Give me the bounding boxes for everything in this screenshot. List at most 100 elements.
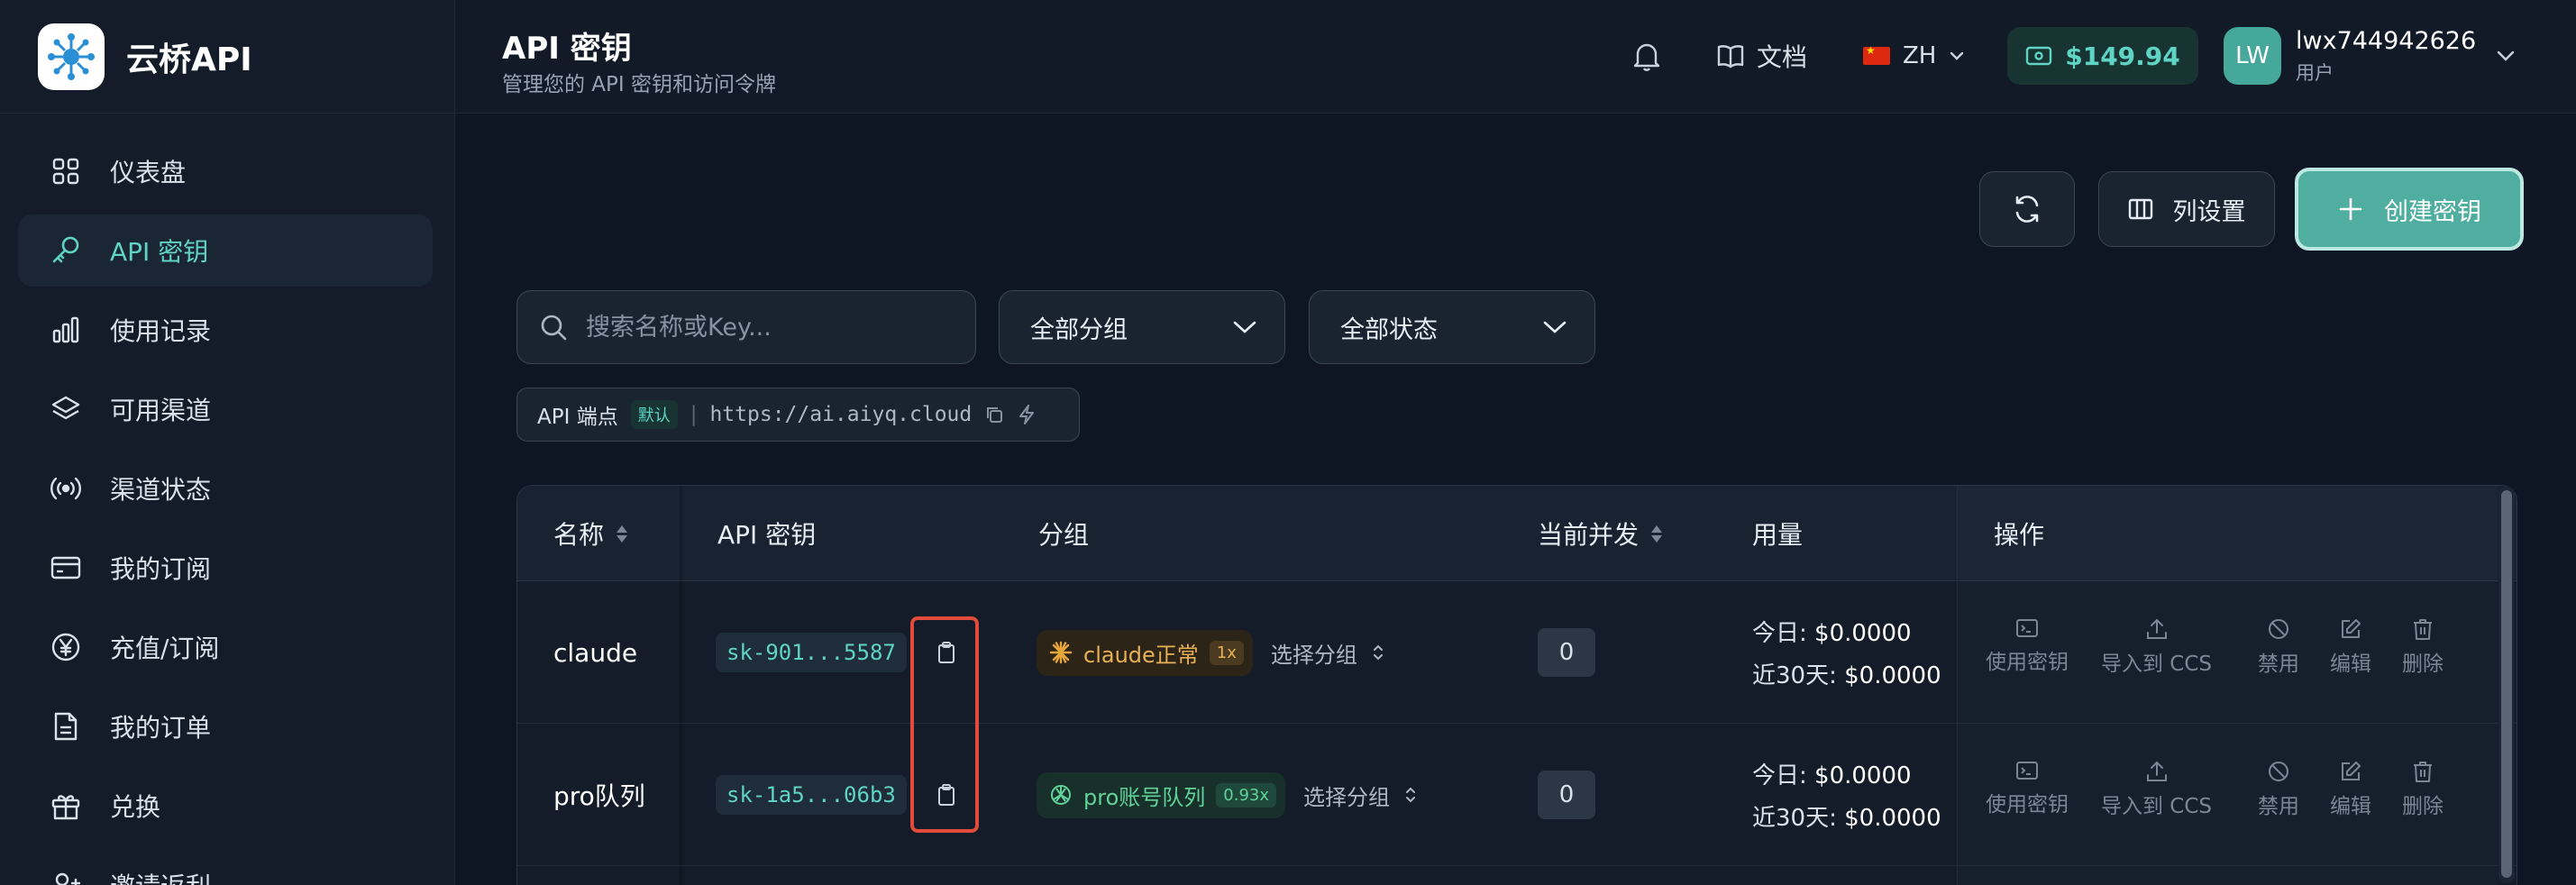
- column-header-name[interactable]: 名称: [553, 486, 628, 581]
- columns-icon: [2128, 198, 2152, 220]
- sidebar-item-dashboard[interactable]: 仪表盘: [18, 135, 433, 207]
- usage-today-value: $0.0000: [1814, 620, 1912, 647]
- bell-icon: [1633, 43, 1660, 71]
- refresh-button[interactable]: [1979, 171, 2075, 247]
- trash-icon: [2414, 762, 2432, 782]
- search-box[interactable]: [516, 290, 976, 364]
- sidebar-item-label: 兑换: [110, 792, 161, 822]
- openai-icon: [1051, 785, 1071, 805]
- status-filter-value: 全部状态: [1340, 315, 1438, 344]
- user-menu[interactable]: LW lwx744942626 用户: [2224, 23, 2516, 88]
- wallet-icon: [2026, 46, 2052, 66]
- column-header-actions: 操作: [1994, 486, 2044, 581]
- sidebar-item-orders[interactable]: 我的订单: [18, 690, 433, 762]
- column-settings-button[interactable]: 列设置: [2098, 171, 2275, 247]
- group-select-dropdown[interactable]: 选择分组: [1271, 637, 1384, 669]
- scrollbar-thumb[interactable]: [2501, 490, 2512, 878]
- api-key-value: sk-901...5587: [716, 633, 907, 672]
- group-badge: claude正常 1x: [1037, 629, 1253, 676]
- key-icon: [49, 233, 83, 268]
- balance-badge[interactable]: $149.94: [2007, 27, 2198, 85]
- group-select-dropdown[interactable]: 选择分组: [1303, 780, 1417, 811]
- create-key-button[interactable]: 创建密钥: [2295, 168, 2524, 251]
- search-input[interactable]: [586, 313, 946, 342]
- sidebar-nav: 仪表盘 API 密钥 使用记录 可用渠道 渠道状态 我的订阅 充值/订阅 我的订…: [0, 114, 454, 885]
- column-header-key: API 密钥: [717, 486, 816, 581]
- usage-cell: 今日: $0.0000 近30天: $0.0000: [1752, 724, 1941, 866]
- docs-link[interactable]: 文档: [1717, 32, 1807, 79]
- upload-icon: [2146, 618, 2167, 639]
- edit-button[interactable]: 编辑: [2330, 617, 2371, 677]
- column-header-label: 当前并发: [1538, 520, 1640, 550]
- lightning-icon[interactable]: [1017, 404, 1037, 425]
- sidebar: 云桥API 仪表盘 API 密钥 使用记录 可用渠道 渠道状态 我的订阅 充值/…: [0, 0, 455, 885]
- use-key-button[interactable]: 使用密钥: [1986, 617, 2069, 675]
- sidebar-item-channels[interactable]: 可用渠道: [18, 373, 433, 445]
- sidebar-item-redeem[interactable]: 兑换: [18, 770, 433, 842]
- user-name: lwx744942626: [2296, 26, 2477, 55]
- user-role: 用户: [2296, 61, 2334, 84]
- yen-circle-icon: [49, 630, 83, 664]
- api-keys-table: 名称 API 密钥 分组 当前并发 用量 操作 claude sk-901...…: [516, 485, 2517, 885]
- brand-logo-icon[interactable]: [38, 23, 105, 90]
- copy-icon[interactable]: [984, 405, 1004, 424]
- column-header-label: 名称: [553, 520, 605, 550]
- status-filter-select[interactable]: 全部状态: [1309, 290, 1595, 364]
- key-name: pro队列: [553, 781, 645, 811]
- sidebar-item-subscriptions[interactable]: 我的订阅: [18, 532, 433, 604]
- sidebar-item-api-keys[interactable]: API 密钥: [18, 214, 433, 287]
- chevron-down-icon: [2497, 50, 2515, 61]
- group-badge: pro账号队列 0.93x: [1037, 771, 1285, 818]
- use-key-button[interactable]: 使用密钥: [1986, 760, 2069, 817]
- sidebar-item-recharge[interactable]: 充值/订阅: [18, 611, 433, 683]
- column-header-label: 分组: [1038, 520, 1090, 550]
- edit-button[interactable]: 编辑: [2330, 760, 2371, 819]
- language-selector[interactable]: ZH: [1863, 32, 1965, 79]
- create-key-label: 创建密钥: [2384, 197, 2481, 226]
- disable-button[interactable]: 禁用: [2258, 760, 2299, 819]
- edit-icon: [2342, 762, 2361, 780]
- column-header-usage: 用量: [1752, 486, 1803, 581]
- sidebar-item-label: 我的订单: [110, 713, 212, 743]
- brand-name[interactable]: 云桥API: [126, 33, 252, 80]
- sidebar-item-channel-status[interactable]: 渠道状态: [18, 452, 433, 525]
- sidebar-item-label: 我的订阅: [110, 554, 212, 584]
- column-header-concurrency[interactable]: 当前并发: [1538, 486, 1663, 581]
- refresh-icon: [2015, 196, 2039, 223]
- import-ccs-button[interactable]: 导入到 CCS: [2101, 760, 2212, 819]
- layers-icon: [49, 392, 83, 426]
- plus-icon: [2339, 197, 2362, 221]
- column-header-label: 用量: [1752, 520, 1804, 550]
- sidebar-item-usage[interactable]: 使用记录: [18, 294, 433, 366]
- delete-button[interactable]: 删除: [2402, 617, 2444, 677]
- action-label: 删除: [2402, 652, 2444, 676]
- action-label: 删除: [2402, 795, 2444, 818]
- sidebar-item-label: 充值/订阅: [110, 634, 220, 663]
- annotation-highlight-box: [910, 616, 979, 833]
- delete-button[interactable]: 删除: [2402, 760, 2444, 819]
- usage-month-value: $0.0000: [1844, 662, 1941, 689]
- action-label: 禁用: [2258, 795, 2299, 818]
- import-ccs-button[interactable]: 导入到 CCS: [2101, 617, 2212, 677]
- chevron-down-icon: [1950, 51, 1964, 60]
- usage-month-label: 近30天:: [1752, 662, 1837, 689]
- endpoint-separator: |: [690, 403, 698, 426]
- action-label: 禁用: [2258, 652, 2299, 676]
- china-flag-icon: [1863, 44, 1890, 65]
- notification-bell-button[interactable]: [1627, 36, 1667, 76]
- sidebar-item-referral[interactable]: 邀请返利: [18, 849, 433, 885]
- table-scrollbar[interactable]: [2498, 487, 2515, 883]
- table-row: claude sk-901...5587 claude正常 1x 选择分组 0 …: [517, 581, 2517, 724]
- disable-button[interactable]: 禁用: [2258, 617, 2299, 677]
- endpoint-label: API 端点: [537, 406, 618, 429]
- bar-chart-icon: [49, 313, 83, 347]
- usage-month-label: 近30天:: [1752, 805, 1837, 832]
- endpoint-default-badge: 默认: [630, 400, 678, 429]
- group-name: pro账号队列: [1083, 784, 1206, 810]
- endpoint-url: https://ai.aiyq.cloud: [709, 403, 973, 426]
- group-select-label: 选择分组: [1303, 784, 1390, 810]
- docs-label: 文档: [1757, 42, 1808, 72]
- group-filter-select[interactable]: 全部分组: [999, 290, 1285, 364]
- api-endpoint-bar: API 端点 默认 | https://ai.aiyq.cloud: [516, 388, 1080, 442]
- action-label: 使用密钥: [1986, 651, 2069, 674]
